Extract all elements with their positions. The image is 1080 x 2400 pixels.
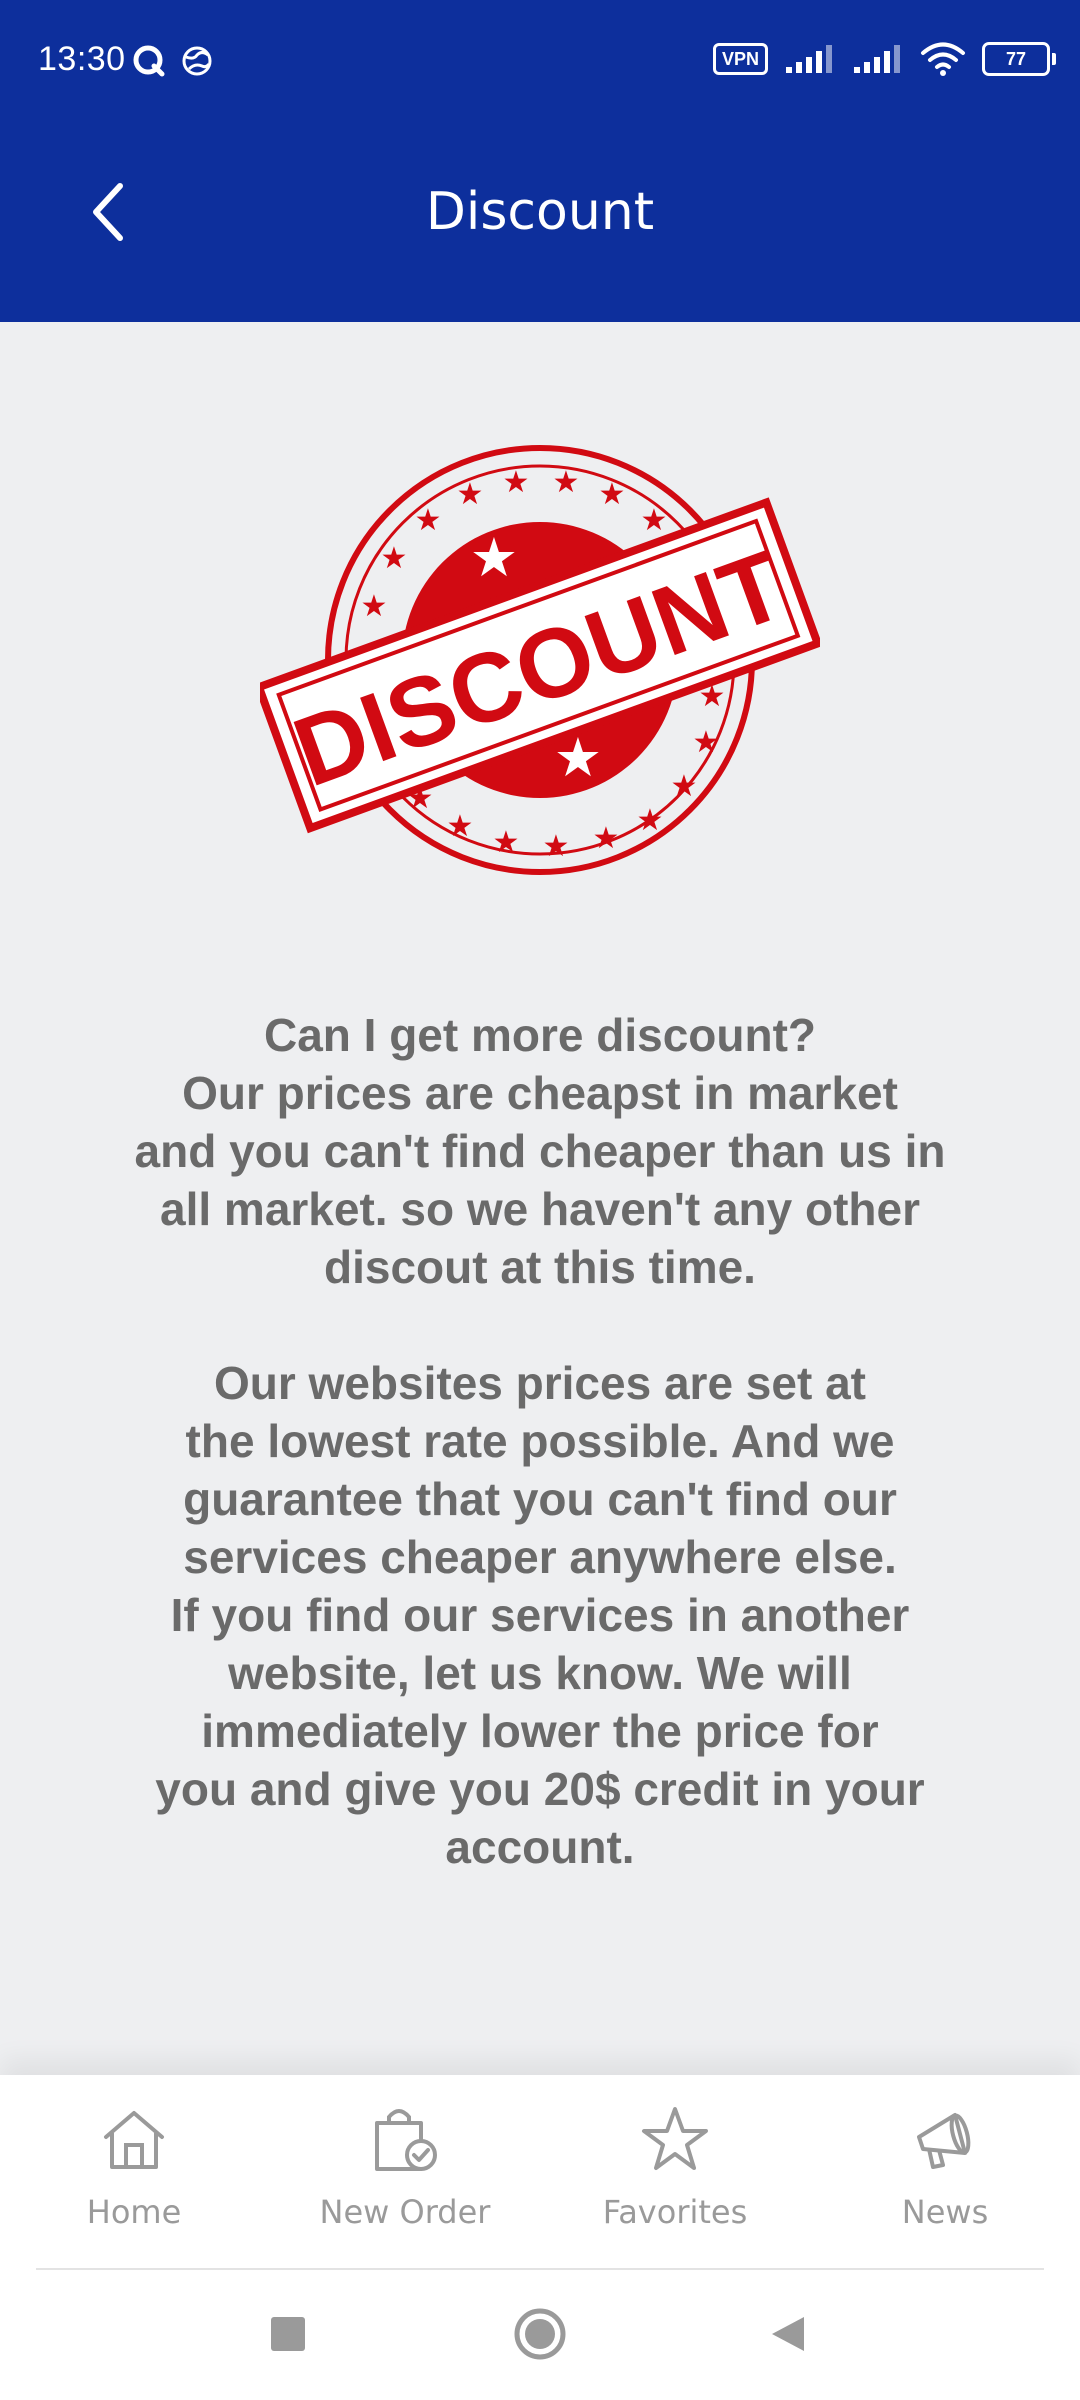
discount-paragraph: Can I get more discount? Our prices are … xyxy=(134,1009,946,1293)
discount-stamp-image: ★ ★ ★ ★ ★ ★ ★ ★ ★ ★ ★ ★ ★ ★ ★ ★ ★ ★ ★ ★ … xyxy=(260,445,820,875)
svg-text:★: ★ xyxy=(493,825,520,860)
home-icon xyxy=(104,2111,164,2169)
star-icon xyxy=(642,2107,708,2170)
globe-icon xyxy=(182,46,212,76)
vpn-badge: VPN xyxy=(712,43,768,75)
svg-text:★: ★ xyxy=(599,477,626,512)
megaphone-icon xyxy=(917,2113,971,2169)
square-recents-icon[interactable] xyxy=(268,2314,308,2354)
svg-text:★: ★ xyxy=(543,829,570,864)
svg-text:★: ★ xyxy=(637,803,664,838)
nav-label-favorites: Favorites xyxy=(602,2193,748,2231)
q-icon xyxy=(133,45,165,77)
svg-text:★: ★ xyxy=(503,465,530,500)
circle-home-icon[interactable] xyxy=(514,2308,566,2360)
svg-text:★: ★ xyxy=(553,465,580,500)
nav-label-home: Home xyxy=(86,2193,182,2231)
nav-item-home[interactable]: Home xyxy=(24,2103,244,2253)
status-time: 13:30 xyxy=(38,40,126,78)
svg-text:★: ★ xyxy=(447,809,474,844)
svg-text:★: ★ xyxy=(641,503,668,538)
shopping-bag-check-icon xyxy=(375,2109,437,2171)
nav-label-news: News xyxy=(901,2193,989,2231)
battery-icon: 77 xyxy=(982,42,1056,76)
nav-item-favorites[interactable]: Favorites xyxy=(565,2103,785,2253)
signal-icon xyxy=(786,45,832,73)
svg-text:★: ★ xyxy=(693,725,720,760)
svg-text:★: ★ xyxy=(470,526,518,589)
discount-info-text: Can I get more discount? Our prices are … xyxy=(120,1006,960,1876)
nav-label-new-order: New Order xyxy=(319,2193,491,2231)
svg-text:★: ★ xyxy=(361,589,388,624)
svg-text:★: ★ xyxy=(671,769,698,804)
svg-text:★: ★ xyxy=(593,821,620,856)
svg-text:★: ★ xyxy=(457,477,484,512)
app-header: 13:30 VPN 77 Discount xyxy=(0,0,1080,322)
signal-icon xyxy=(854,45,900,73)
price-guarantee-paragraph: Our websites prices are set at the lowes… xyxy=(155,1357,925,1873)
bottom-nav-bar: Home New Order Favorites News xyxy=(0,2075,1080,2270)
status-bar: 13:30 VPN 77 xyxy=(0,0,1080,128)
svg-text:★: ★ xyxy=(415,503,442,538)
triangle-back-icon[interactable] xyxy=(768,2314,808,2354)
nav-item-new-order[interactable]: New Order xyxy=(295,2103,515,2253)
page-title: Discount xyxy=(425,182,655,242)
system-nav-bar xyxy=(0,2270,1080,2400)
wifi-icon xyxy=(921,42,965,76)
nav-item-news[interactable]: News xyxy=(835,2103,1055,2253)
svg-text:★: ★ xyxy=(381,541,408,576)
